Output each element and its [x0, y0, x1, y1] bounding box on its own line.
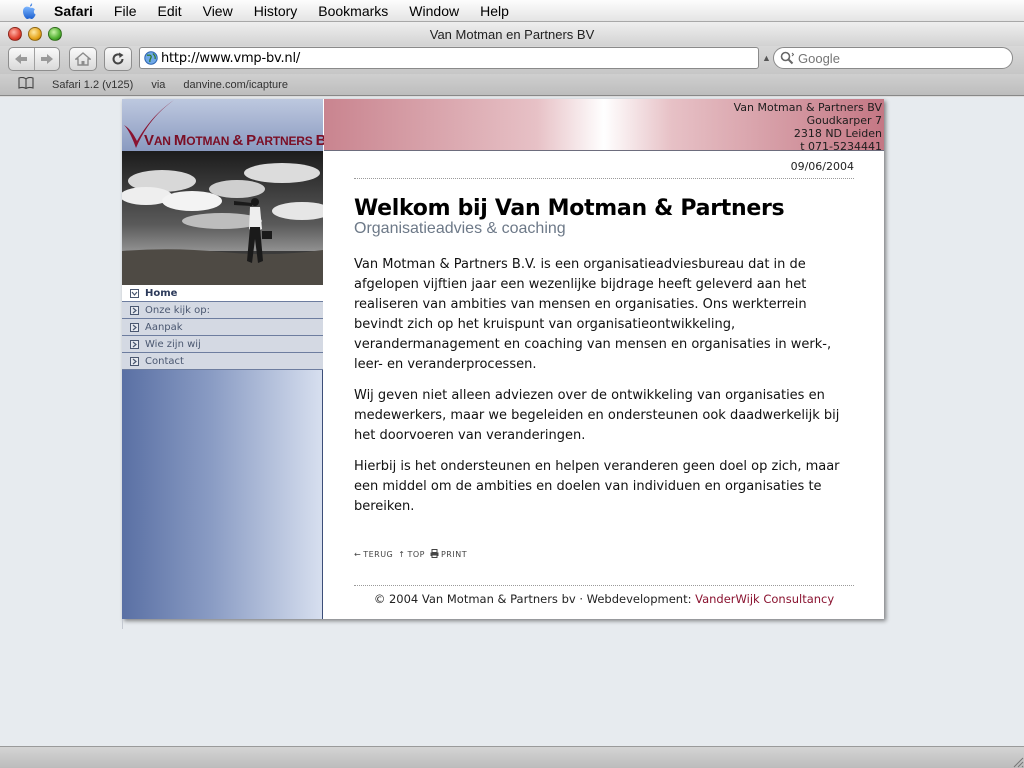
logo-text: VAN MOTMAN & PARTNERS BV — [144, 132, 334, 149]
nav-item-aanpak[interactable]: Aanpak — [122, 319, 323, 336]
browser-toolbar: http://www.vmp-bv.nl/ ▲ — [0, 46, 1024, 74]
reload-button[interactable] — [104, 47, 132, 71]
paragraph: Wij geven niet alleen adviezen over de o… — [354, 388, 840, 443]
menu-bar: Safari File Edit View History Bookmarks … — [0, 0, 1024, 22]
paragraph: Van Motman & Partners B.V. is een organi… — [354, 257, 832, 372]
minimize-window-button[interactable] — [28, 27, 42, 41]
footer-credit-link[interactable]: VanderWijk Consultancy — [695, 592, 834, 606]
printer-icon — [430, 549, 439, 560]
nav-label-aanpak: Aanpak — [145, 321, 183, 333]
back-forward-buttons — [8, 47, 60, 71]
top-label: TOP — [407, 550, 425, 559]
site-navigation: Home Onze kijk op: Aanpak Wie zijn wij C… — [122, 285, 323, 370]
close-window-button[interactable] — [8, 27, 22, 41]
zoom-window-button[interactable] — [48, 27, 62, 41]
header-banner: Van Motman & Partners BV Goudkarper 7 23… — [324, 99, 884, 153]
bookmark-icapture[interactable]: danvine.com/icapture — [183, 79, 288, 91]
menu-app-name[interactable]: Safari — [54, 3, 93, 19]
menu-edit[interactable]: Edit — [157, 3, 181, 19]
address-bar[interactable]: http://www.vmp-bv.nl/ — [139, 47, 759, 69]
bookmarks-book-icon[interactable] — [18, 76, 34, 92]
bookmark-via[interactable]: via — [151, 79, 165, 91]
page-edge — [122, 619, 138, 629]
divider — [354, 585, 854, 586]
page-tools: ← TERUG ↑ TOP PRINT — [354, 549, 467, 560]
reload-icon — [112, 52, 124, 65]
back-arrow-icon: ← — [354, 550, 362, 559]
paragraph: Hierbij is het ondersteunen en helpen ve… — [354, 459, 840, 514]
bookmarks-bar: Safari 1.2 (v125) via danvine.com/icaptu… — [0, 74, 1024, 96]
globe-icon — [144, 51, 158, 65]
back-button[interactable] — [9, 54, 34, 64]
nav-label-onze-kijk-op: Onze kijk op: — [145, 304, 210, 316]
nav-item-wie-zijn-wij[interactable]: Wie zijn wij — [122, 336, 323, 353]
intro-text: Van Motman & Partners B.V. is een organi… — [354, 255, 854, 528]
web-content-area: VAN MOTMAN & PARTNERS BV — [0, 97, 1024, 746]
page-subtitle: Organisatieadvies & coaching — [354, 220, 566, 237]
left-column: VAN MOTMAN & PARTNERS BV — [122, 99, 334, 619]
back-arrow-icon — [15, 54, 28, 64]
divider — [354, 178, 854, 179]
address-company: Van Motman & Partners BV — [733, 101, 882, 114]
address-phone: t 071-5234441 — [800, 140, 882, 153]
print-label: PRINT — [440, 550, 468, 559]
nav-item-home[interactable]: Home — [122, 285, 323, 302]
menu-window[interactable]: Window — [409, 3, 459, 19]
url-text[interactable]: http://www.vmp-bv.nl/ — [161, 51, 300, 66]
nav-item-onze-kijk-op[interactable]: Onze kijk op: — [122, 302, 323, 319]
nav-item-contact[interactable]: Contact — [122, 353, 323, 370]
forward-arrow-icon — [40, 54, 53, 64]
nav-arrow-icon — [130, 339, 139, 349]
nav-arrow-icon — [130, 322, 139, 332]
forward-button[interactable] — [35, 54, 60, 64]
nav-arrow-icon — [130, 288, 139, 298]
page-title: Welkom bij Van Motman & Partners — [354, 196, 785, 221]
site-logo[interactable]: VAN MOTMAN & PARTNERS BV — [122, 99, 334, 151]
footer-text: © 2004 Van Motman & Partners bv · Webdev… — [373, 592, 696, 606]
address-street: Goudkarper 7 — [806, 114, 882, 127]
page-date: 09/06/2004 — [790, 160, 854, 173]
snapback-icon[interactable]: ▲ — [762, 53, 771, 63]
print-link[interactable]: PRINT — [430, 549, 467, 560]
company-address: Van Motman & Partners BV Goudkarper 7 23… — [734, 101, 882, 153]
window-title-bar: Van Motman en Partners BV — [0, 22, 1024, 46]
status-bar — [0, 746, 1024, 768]
address-city: 2318 ND Leiden — [793, 127, 882, 140]
home-icon — [75, 52, 91, 66]
nav-arrow-icon — [130, 305, 139, 315]
menu-history[interactable]: History — [254, 3, 298, 19]
hero-photo — [122, 151, 323, 285]
bookmark-safari-version[interactable]: Safari 1.2 (v125) — [52, 79, 133, 91]
resize-grip-icon[interactable] — [1010, 754, 1024, 768]
back-label: TERUG — [363, 550, 394, 559]
up-arrow-icon: ↑ — [398, 550, 406, 559]
search-input[interactable] — [798, 50, 998, 66]
google-search-field[interactable] — [773, 47, 1013, 69]
webpage: VAN MOTMAN & PARTNERS BV — [122, 99, 884, 619]
apple-menu-icon[interactable] — [18, 2, 40, 20]
home-button[interactable] — [69, 47, 97, 71]
top-link[interactable]: ↑ TOP — [398, 549, 425, 560]
nav-label-home: Home — [145, 287, 178, 299]
nav-label-wie-zijn-wij: Wie zijn wij — [145, 338, 201, 350]
window-title: Van Motman en Partners BV — [429, 26, 595, 42]
nav-arrow-icon — [130, 356, 139, 366]
menu-view[interactable]: View — [203, 3, 233, 19]
menu-file[interactable]: File — [114, 3, 137, 19]
page-footer: © 2004 Van Motman & Partners bv · Webdev… — [354, 592, 854, 606]
menu-bookmarks[interactable]: Bookmarks — [318, 3, 388, 19]
nav-label-contact: Contact — [145, 355, 184, 367]
back-link[interactable]: ← TERUG — [354, 549, 393, 560]
search-icon — [780, 51, 794, 65]
menu-help[interactable]: Help — [480, 3, 509, 19]
